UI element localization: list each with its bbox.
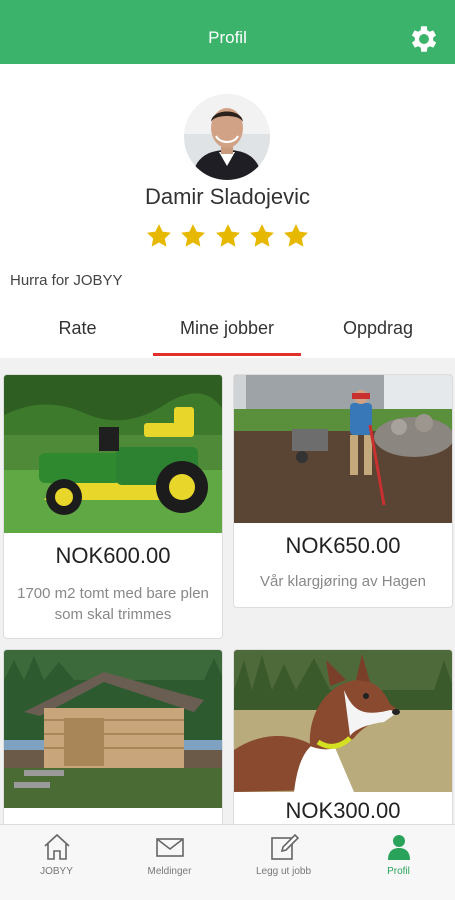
job-description: Vår klargjøring av Hagen: [260, 573, 426, 590]
job-price: NOK300.00: [285, 798, 401, 823]
job-grid: NOK600.00 1700 m2 tomt med bare plen som…: [0, 358, 455, 824]
nav-label: Meldinger: [147, 866, 192, 877]
tab-rate[interactable]: Rate: [0, 312, 155, 358]
edit-icon: [270, 833, 299, 860]
nav-label: Profil: [387, 866, 410, 877]
star-icon: [284, 224, 309, 247]
gear-icon[interactable]: [407, 22, 441, 56]
bottom-navigation: JOBYY Meldinger Legg ut jobb Profil: [0, 824, 455, 900]
person-icon: [387, 835, 410, 860]
tab-mine-jobber[interactable]: Mine jobber: [153, 312, 301, 358]
star-icon: [215, 224, 240, 247]
nav-item-meldinger[interactable]: Meldinger: [113, 825, 226, 900]
nav-label: Legg ut jobb: [255, 866, 312, 877]
job-image-dog: [234, 650, 452, 792]
job-card[interactable]: NOK300.00: [233, 649, 453, 824]
tab-label: Mine jobber: [179, 318, 275, 338]
active-tab-indicator: [153, 353, 301, 356]
tab-oppdrag[interactable]: Oppdrag: [301, 312, 455, 358]
nav-item-jobyy[interactable]: JOBYY: [0, 825, 113, 900]
job-card[interactable]: [3, 649, 223, 824]
job-price: NOK650.00: [285, 533, 401, 558]
job-description: 1700 m2 tomt med bare plen som skal trim…: [17, 585, 209, 623]
home-icon: [43, 833, 70, 860]
star-icon: [146, 224, 171, 247]
rating-stars: [0, 222, 455, 255]
nav-item-legg-ut-jobb[interactable]: Legg ut jobb: [227, 825, 340, 900]
top-app-bar: Profil: [0, 0, 455, 64]
job-card[interactable]: NOK650.00 Vår klargjøring av Hagen: [233, 374, 453, 608]
job-image-cabin: [4, 650, 222, 808]
job-image-garden-work: [234, 375, 452, 523]
tab-label: Rate: [58, 318, 97, 338]
profile-name: Damir Sladojevic: [144, 184, 311, 209]
nav-item-profil[interactable]: Profil: [342, 825, 455, 900]
avatar[interactable]: [184, 94, 270, 180]
star-icon: [250, 224, 274, 247]
page-title: Profil: [208, 28, 247, 47]
job-card[interactable]: NOK600.00 1700 m2 tomt med bare plen som…: [3, 374, 223, 639]
star-icon: [181, 224, 205, 247]
profile-tabs: Rate Mine jobber Oppdrag: [0, 312, 455, 358]
nav-label: JOBYY: [40, 866, 73, 877]
profile-bio: Hurra for JOBYY: [10, 272, 123, 289]
tab-label: Oppdrag: [342, 318, 414, 338]
job-image-lawn-mower: [4, 375, 222, 533]
mail-icon: [155, 838, 184, 857]
job-price: NOK600.00: [55, 543, 171, 568]
